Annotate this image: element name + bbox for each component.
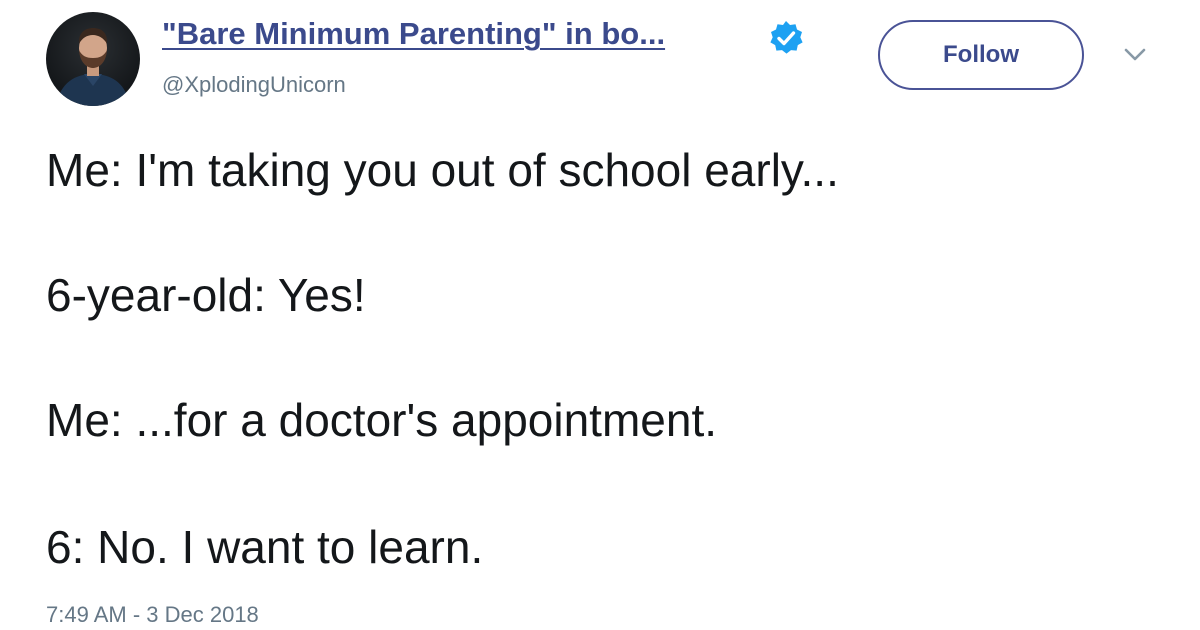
tweet-text-line: 6: No. I want to learn. — [46, 521, 484, 573]
author-display-name[interactable]: "Bare Minimum Parenting" in bo... — [162, 16, 665, 52]
user-avatar-icon — [56, 28, 130, 106]
tweet-card: "Bare Minimum Parenting" in bo... @Xplod… — [0, 0, 1200, 630]
tweet-text-line: Me: ...for a doctor's appointment. — [46, 394, 717, 446]
verified-badge-icon — [770, 21, 803, 54]
tweet-text-line: 6-year-old: Yes! — [46, 269, 366, 321]
tweet-text-line: Me: I'm taking you out of school early..… — [46, 144, 839, 196]
chevron-down-icon[interactable] — [1120, 45, 1150, 65]
tweet-timestamp[interactable]: 7:49 AM - 3 Dec 2018 — [46, 602, 259, 628]
follow-button[interactable]: Follow — [878, 20, 1084, 90]
avatar[interactable] — [46, 12, 140, 106]
author-handle[interactable]: @XplodingUnicorn — [162, 72, 346, 98]
